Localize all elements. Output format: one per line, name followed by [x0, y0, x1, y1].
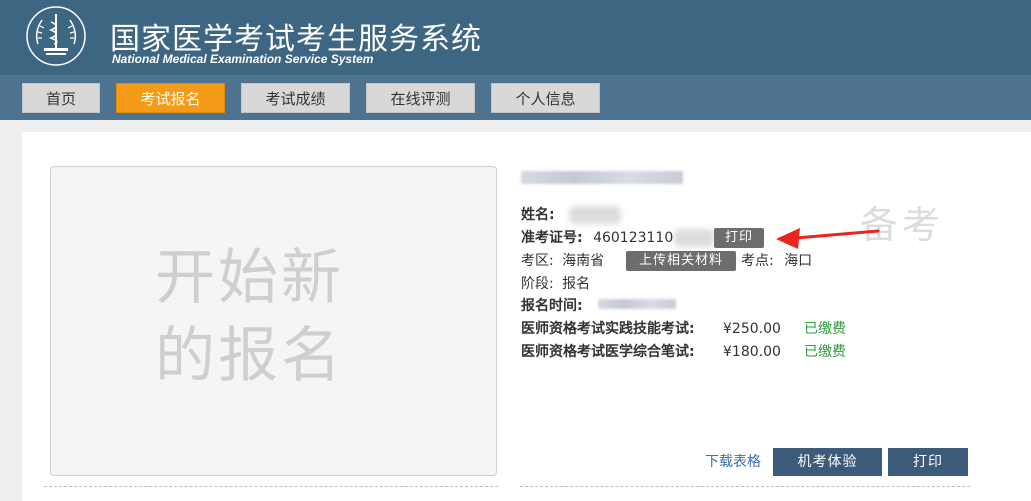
tab-exam-scores[interactable]: 考试成绩 — [241, 83, 350, 113]
reg-time-redacted — [598, 299, 676, 309]
name-label: 姓名: — [521, 207, 555, 223]
stage-label: 阶段: — [521, 276, 554, 292]
name-row: 姓名: — [521, 204, 555, 226]
fee-name: 医师资格考试医学综合笔试: — [521, 344, 695, 360]
divider-right — [520, 486, 970, 487]
ticket-label: 准考证号: — [521, 230, 583, 246]
stage-value: 报名 — [562, 276, 591, 292]
red-arrow-annotation — [776, 228, 880, 249]
print-ticket-button[interactable]: 打印 — [714, 228, 764, 248]
site-value: 海口 — [784, 253, 813, 269]
exam-trial-button[interactable]: 机考体验 — [773, 448, 882, 476]
reg-time-label: 报名时间: — [521, 298, 583, 314]
region-row: 考区: 海南省 — [521, 250, 604, 272]
fee-status-badge: 已缴费 — [804, 344, 846, 360]
download-form-link[interactable]: 下载表格 — [705, 451, 761, 471]
tab-personal-info[interactable]: 个人信息 — [491, 83, 600, 113]
fee-row: 医师资格考试医学综合笔试: — [521, 341, 695, 363]
tab-online-assessment[interactable]: 在线评测 — [366, 83, 475, 113]
site-row: 考点: 海口 — [741, 250, 812, 272]
region-value: 海南省 — [562, 253, 605, 269]
divider-left — [44, 486, 498, 487]
tab-exam-registration[interactable]: 考试报名 — [116, 83, 225, 113]
medical-emblem-logo — [26, 6, 86, 66]
print-button[interactable]: 打印 — [888, 448, 968, 476]
site-label: 考点: — [741, 253, 774, 269]
tab-home[interactable]: 首页 — [22, 83, 100, 113]
upload-materials-button[interactable]: 上传相关材料 — [626, 251, 736, 271]
app-header: 国家医学考试考生服务系统 National Medical Examinatio… — [0, 0, 1031, 75]
fee-amount: ¥180.00 — [723, 344, 781, 360]
ticket-value: 460123110 — [593, 230, 674, 246]
app-subtitle: National Medical Examination Service Sys… — [112, 52, 374, 66]
new-registration-card[interactable]: 开始新的报名 — [50, 166, 497, 476]
ticket-row: 准考证号: 460123110 — [521, 227, 673, 249]
region-label: 考区: — [521, 253, 554, 269]
name-redacted — [569, 206, 621, 224]
fee-name: 医师资格考试实践技能考试: — [521, 321, 695, 337]
main-nav: 首页 考试报名 考试成绩 在线评测 个人信息 — [0, 75, 1031, 120]
exam-title-redacted — [521, 171, 683, 184]
reg-time-row: 报名时间: — [521, 295, 583, 317]
ticket-suffix-redacted — [674, 229, 714, 247]
fee-row: 医师资格考试实践技能考试: — [521, 318, 695, 340]
stage-row: 阶段: 报名 — [521, 273, 590, 295]
new-registration-text: 开始新的报名 — [155, 243, 344, 391]
fee-amount: ¥250.00 — [723, 321, 781, 337]
fee-status-badge: 已缴费 — [804, 321, 846, 337]
